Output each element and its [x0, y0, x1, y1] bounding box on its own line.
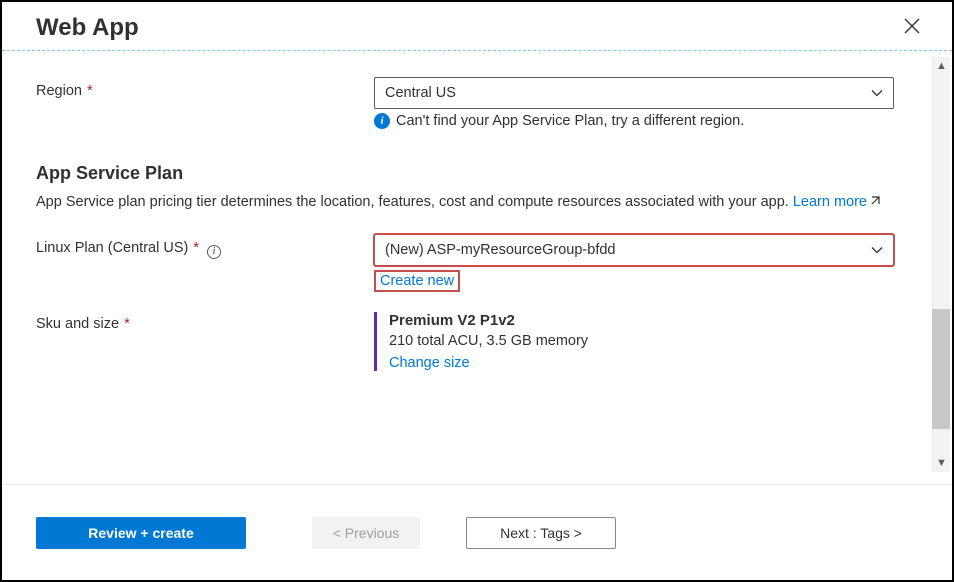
linux-plan-row: Linux Plan (Central US) * i (New) ASP-my…	[36, 234, 918, 292]
scroll-area: Region * Central US i Can't find your Ap…	[2, 57, 952, 472]
create-new-link[interactable]: Create new	[374, 270, 460, 292]
learn-more-link[interactable]: Learn more	[793, 194, 881, 210]
linux-plan-label-text: Linux Plan (Central US)	[36, 240, 188, 256]
external-link-icon	[869, 193, 881, 214]
next-button[interactable]: Next : Tags >	[466, 517, 616, 549]
close-icon	[904, 18, 920, 34]
plan-section-heading: App Service Plan	[36, 163, 918, 184]
sku-block: Premium V2 P1v2 210 total ACU, 3.5 GB me…	[374, 312, 894, 371]
chevron-down-icon	[871, 87, 883, 99]
sku-detail: 210 total ACU, 3.5 GB memory	[389, 333, 894, 349]
required-asterisk: *	[87, 83, 93, 99]
sku-row: Sku and size * Premium V2 P1v2 210 total…	[36, 310, 918, 371]
footer-bar: Review + create < Previous Next : Tags >	[2, 484, 952, 580]
region-label: Region *	[36, 77, 374, 99]
plan-desc-text: App Service plan pricing tier determines…	[36, 194, 793, 210]
linux-plan-select[interactable]: (New) ASP-myResourceGroup-bfdd	[374, 234, 894, 266]
region-select[interactable]: Central US	[374, 77, 894, 109]
info-outline-icon[interactable]: i	[207, 245, 221, 259]
sku-title: Premium V2 P1v2	[389, 312, 894, 329]
region-row: Region * Central US i Can't find your Ap…	[36, 77, 918, 129]
plan-section-description: App Service plan pricing tier determines…	[36, 192, 916, 214]
info-icon: i	[374, 113, 390, 129]
linux-plan-label: Linux Plan (Central US) * i	[36, 234, 374, 259]
change-size-link[interactable]: Change size	[389, 355, 894, 371]
region-select-value: Central US	[385, 85, 456, 101]
header-bar: Web App	[2, 2, 952, 51]
region-helper: i Can't find your App Service Plan, try …	[374, 113, 894, 129]
scroll-up-arrow[interactable]: ▲	[933, 57, 950, 75]
region-label-text: Region	[36, 83, 82, 99]
required-asterisk: *	[193, 240, 199, 256]
sku-label-text: Sku and size	[36, 316, 119, 332]
region-helper-text: Can't find your App Service Plan, try a …	[396, 113, 744, 129]
scroll-down-arrow[interactable]: ▼	[933, 454, 950, 472]
chevron-down-icon	[871, 244, 883, 256]
sku-label: Sku and size *	[36, 310, 374, 332]
close-button[interactable]	[900, 14, 924, 42]
page-title: Web App	[36, 14, 139, 42]
linux-plan-select-value: (New) ASP-myResourceGroup-bfdd	[385, 242, 615, 258]
review-create-button[interactable]: Review + create	[36, 517, 246, 549]
scroll-thumb[interactable]	[932, 309, 950, 429]
learn-more-text: Learn more	[793, 194, 867, 210]
scrollbar[interactable]: ▲ ▼	[932, 57, 950, 472]
previous-button: < Previous	[312, 517, 420, 549]
required-asterisk: *	[124, 316, 130, 332]
